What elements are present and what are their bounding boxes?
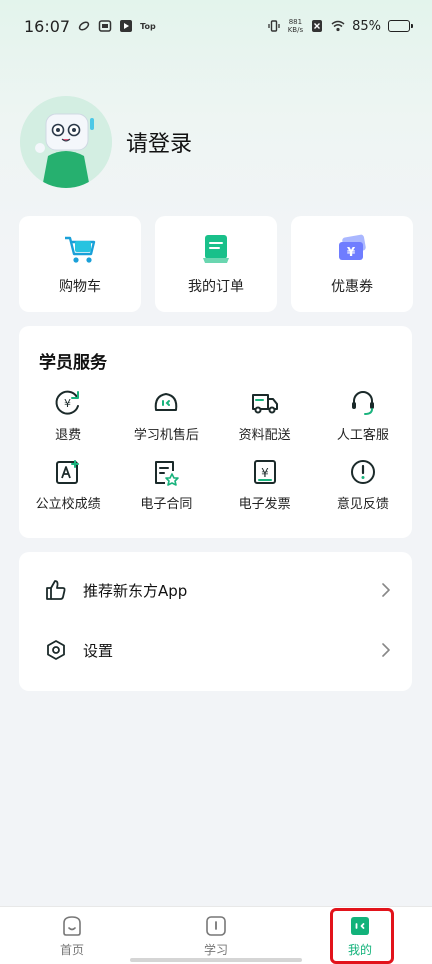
thumbs-up-icon xyxy=(46,580,66,600)
coupon-card[interactable]: ¥ 优惠券 xyxy=(291,216,413,312)
recommend-app-row[interactable]: 推荐新东方App xyxy=(19,560,412,620)
coupon-icon: ¥ xyxy=(339,234,366,260)
no-sim-icon xyxy=(310,19,324,33)
headset-icon xyxy=(351,391,374,415)
home-indicator xyxy=(130,958,302,962)
nav-me[interactable]: 我的 xyxy=(288,907,432,964)
order-icon xyxy=(203,235,229,263)
contract-icon xyxy=(155,461,180,486)
login-prompt[interactable]: 请登录 xyxy=(126,126,192,158)
nav-home-label: 首页 xyxy=(59,942,84,957)
service-e-invoice[interactable]: ¥ 电子发票 xyxy=(216,457,314,512)
avatar[interactable] xyxy=(20,96,112,188)
e-invoice-label: 电子发票 xyxy=(238,497,291,512)
settings-row[interactable]: 设置 xyxy=(19,620,412,680)
svg-text:¥: ¥ xyxy=(347,245,356,259)
battery-percent: 85% xyxy=(352,18,381,34)
home-icon xyxy=(63,915,81,936)
customer-support-label: 人工客服 xyxy=(336,428,389,443)
status-bar: 16:07 Top 881 KB/s 85% xyxy=(0,0,432,52)
shopping-cart-label: 购物车 xyxy=(59,279,101,295)
status-time: 16:07 xyxy=(24,16,71,36)
service-delivery[interactable]: 资料配送 xyxy=(216,388,314,443)
svg-text:¥: ¥ xyxy=(64,397,71,410)
svg-text:¥: ¥ xyxy=(261,466,269,480)
delivery-label: 资料配送 xyxy=(238,428,291,443)
grade-icon xyxy=(56,460,80,484)
e-contract-label: 电子合同 xyxy=(140,497,193,512)
feedback-label: 意见反馈 xyxy=(336,497,389,512)
shopping-cart-card[interactable]: 购物车 xyxy=(19,216,141,312)
play-icon xyxy=(119,19,133,33)
shopping-cart-icon xyxy=(65,236,96,263)
settings-list-card: 推荐新东方App 设置 xyxy=(19,552,412,691)
vibrate-icon xyxy=(267,19,281,33)
my-orders-label: 我的订单 xyxy=(188,279,244,295)
service-customer-support[interactable]: 人工客服 xyxy=(314,388,412,443)
chevron-right-icon xyxy=(382,643,390,657)
service-refund[interactable]: ¥ 退费 xyxy=(19,388,117,443)
nav-me-label: 我的 xyxy=(347,942,372,957)
net-speed-unit: KB/s xyxy=(287,26,304,34)
service-public-school-grades[interactable]: 公立校成绩 xyxy=(19,457,117,512)
chevron-right-icon xyxy=(382,583,390,597)
refund-icon: ¥ xyxy=(55,390,80,415)
service-device-support[interactable]: 学习机售后 xyxy=(117,388,215,443)
wifi-icon xyxy=(331,19,345,33)
device-support-icon xyxy=(155,393,178,411)
network-speed: 881 KB/s xyxy=(288,18,303,34)
refund-label: 退费 xyxy=(55,428,82,443)
student-services-card: 学员服务 ¥ 退费 学习机售后 资料配送 人工客服 公立校成绩 电子合同 ¥ 电… xyxy=(19,326,412,538)
me-icon xyxy=(351,916,369,935)
service-e-contract[interactable]: 电子合同 xyxy=(117,457,215,512)
nav-home[interactable]: 首页 xyxy=(0,907,144,964)
net-speed-value: 881 xyxy=(288,18,303,26)
status-left: 16:07 Top xyxy=(24,17,156,36)
nav-study-label: 学习 xyxy=(203,942,228,957)
settings-hexagon-icon xyxy=(47,640,65,660)
app-notification-icon xyxy=(98,19,112,33)
services-grid: ¥ 退费 学习机售后 资料配送 人工客服 公立校成绩 电子合同 ¥ 电子发票 意… xyxy=(19,388,412,512)
my-orders-card[interactable]: 我的订单 xyxy=(155,216,277,312)
leaf-icon xyxy=(77,19,91,33)
mascot-avatar-icon xyxy=(20,96,112,188)
profile-header[interactable]: 请登录 xyxy=(20,96,192,188)
student-services-title: 学员服务 xyxy=(39,353,107,373)
delivery-truck-icon xyxy=(251,394,278,414)
service-feedback[interactable]: 意见反馈 xyxy=(314,457,412,512)
bottom-navigation: 首页 学习 我的 xyxy=(0,906,432,964)
settings-label: 设置 xyxy=(83,641,114,660)
battery-icon xyxy=(388,20,413,32)
study-icon xyxy=(206,915,226,936)
device-support-label: 学习机售后 xyxy=(133,428,199,443)
top-app-tag: Top xyxy=(140,21,156,31)
public-school-grades-label: 公立校成绩 xyxy=(35,497,101,512)
recommend-app-label: 推荐新东方App xyxy=(83,581,188,600)
status-right: 881 KB/s 85% xyxy=(267,18,413,34)
invoice-icon: ¥ xyxy=(253,460,276,484)
feedback-icon xyxy=(350,460,375,484)
nav-study[interactable]: 学习 xyxy=(144,907,288,964)
coupon-label: 优惠券 xyxy=(331,279,373,295)
